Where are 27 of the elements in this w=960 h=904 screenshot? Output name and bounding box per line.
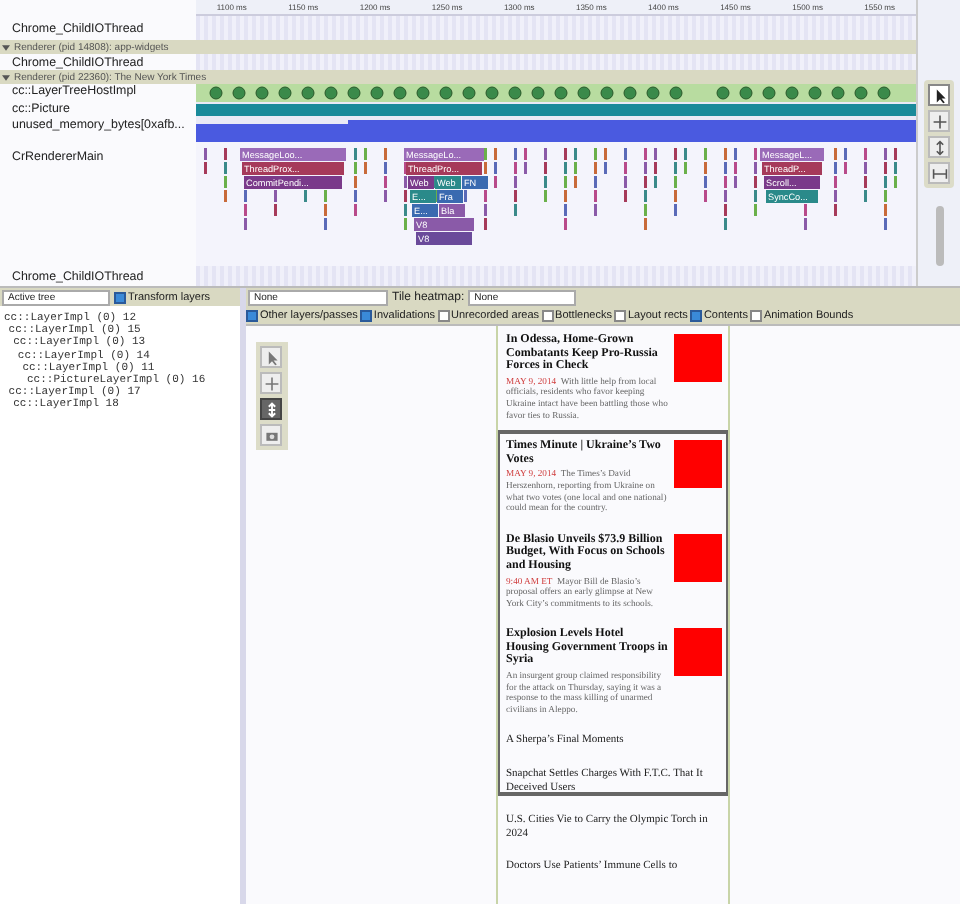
checkbox[interactable] [359, 309, 372, 321]
scrollbar[interactable] [935, 206, 943, 266]
vertical-arrows-icon [931, 139, 947, 155]
camera-icon [263, 427, 279, 443]
timing-tool-button[interactable] [928, 162, 950, 184]
rotate-tool-button[interactable] [260, 398, 282, 420]
vertical-arrows-icon [263, 401, 279, 417]
checkbox[interactable] [749, 309, 762, 321]
checkbox[interactable] [114, 291, 126, 303]
cursor-icon [931, 87, 947, 103]
zoom-tool-button[interactable] [928, 136, 950, 158]
checkbox[interactable] [246, 309, 258, 321]
pan-tool-button[interactable] [928, 110, 950, 132]
image-placeholder [674, 533, 722, 582]
checkbox[interactable] [613, 309, 626, 321]
checkbox[interactable] [437, 309, 449, 321]
select-tool-button[interactable] [928, 84, 950, 106]
image-placeholder [674, 440, 722, 489]
span-icon [931, 165, 947, 181]
checkbox[interactable] [689, 309, 702, 321]
camera-tool-button[interactable] [260, 424, 282, 446]
image-placeholder [674, 628, 722, 677]
plus-icon [263, 375, 279, 391]
plus-icon [931, 113, 947, 129]
image-placeholder [674, 334, 722, 382]
cursor-icon [263, 349, 279, 365]
checkbox[interactable] [541, 309, 554, 321]
